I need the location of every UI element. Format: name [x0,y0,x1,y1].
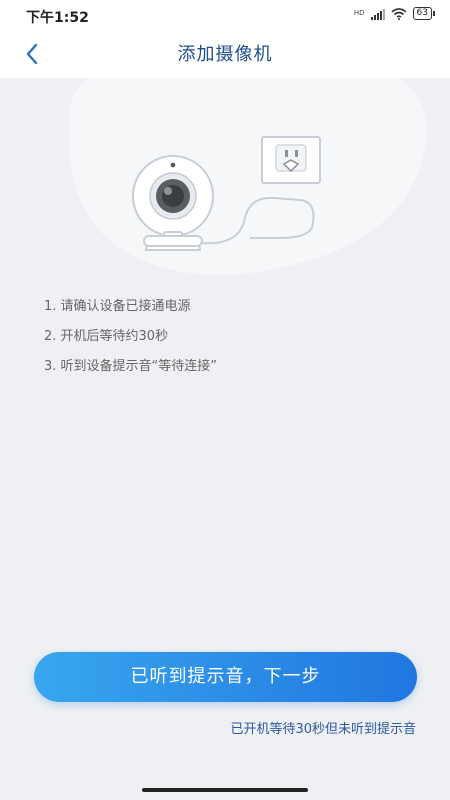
instruction-step: 3. 听到设备提示音“等待连接” [44,359,218,374]
signal-icon [370,8,385,20]
status-icons: HD 63 [353,7,436,20]
illustration-backdrop [68,78,427,275]
hd-label: HD [353,9,365,17]
power-socket-icon [261,136,321,184]
status-time: 下午1:52 [26,10,89,26]
battery-icon: 63 [412,7,436,20]
nav-bar: 添加摄像机 [0,30,450,78]
next-step-button[interactable]: 已听到提示音，下一步 [34,652,417,702]
instruction-step: 1. 请确认设备已接通电源 [44,299,191,314]
instruction-step: 2. 开机后等待约30秒 [44,329,169,344]
status-bar: 下午1:52 HD 63 [0,0,450,30]
no-sound-help-link[interactable]: 已开机等待30秒但未听到提示音 [230,718,416,737]
camera-setup-illustration [68,78,427,275]
wifi-icon [391,7,407,20]
page-title: 添加摄像机 [177,44,273,65]
instruction-list: 1. 请确认设备已接通电源 2. 开机后等待约30秒 3. 听到设备提示音“等待… [44,296,217,386]
home-indicator[interactable] [142,788,308,792]
